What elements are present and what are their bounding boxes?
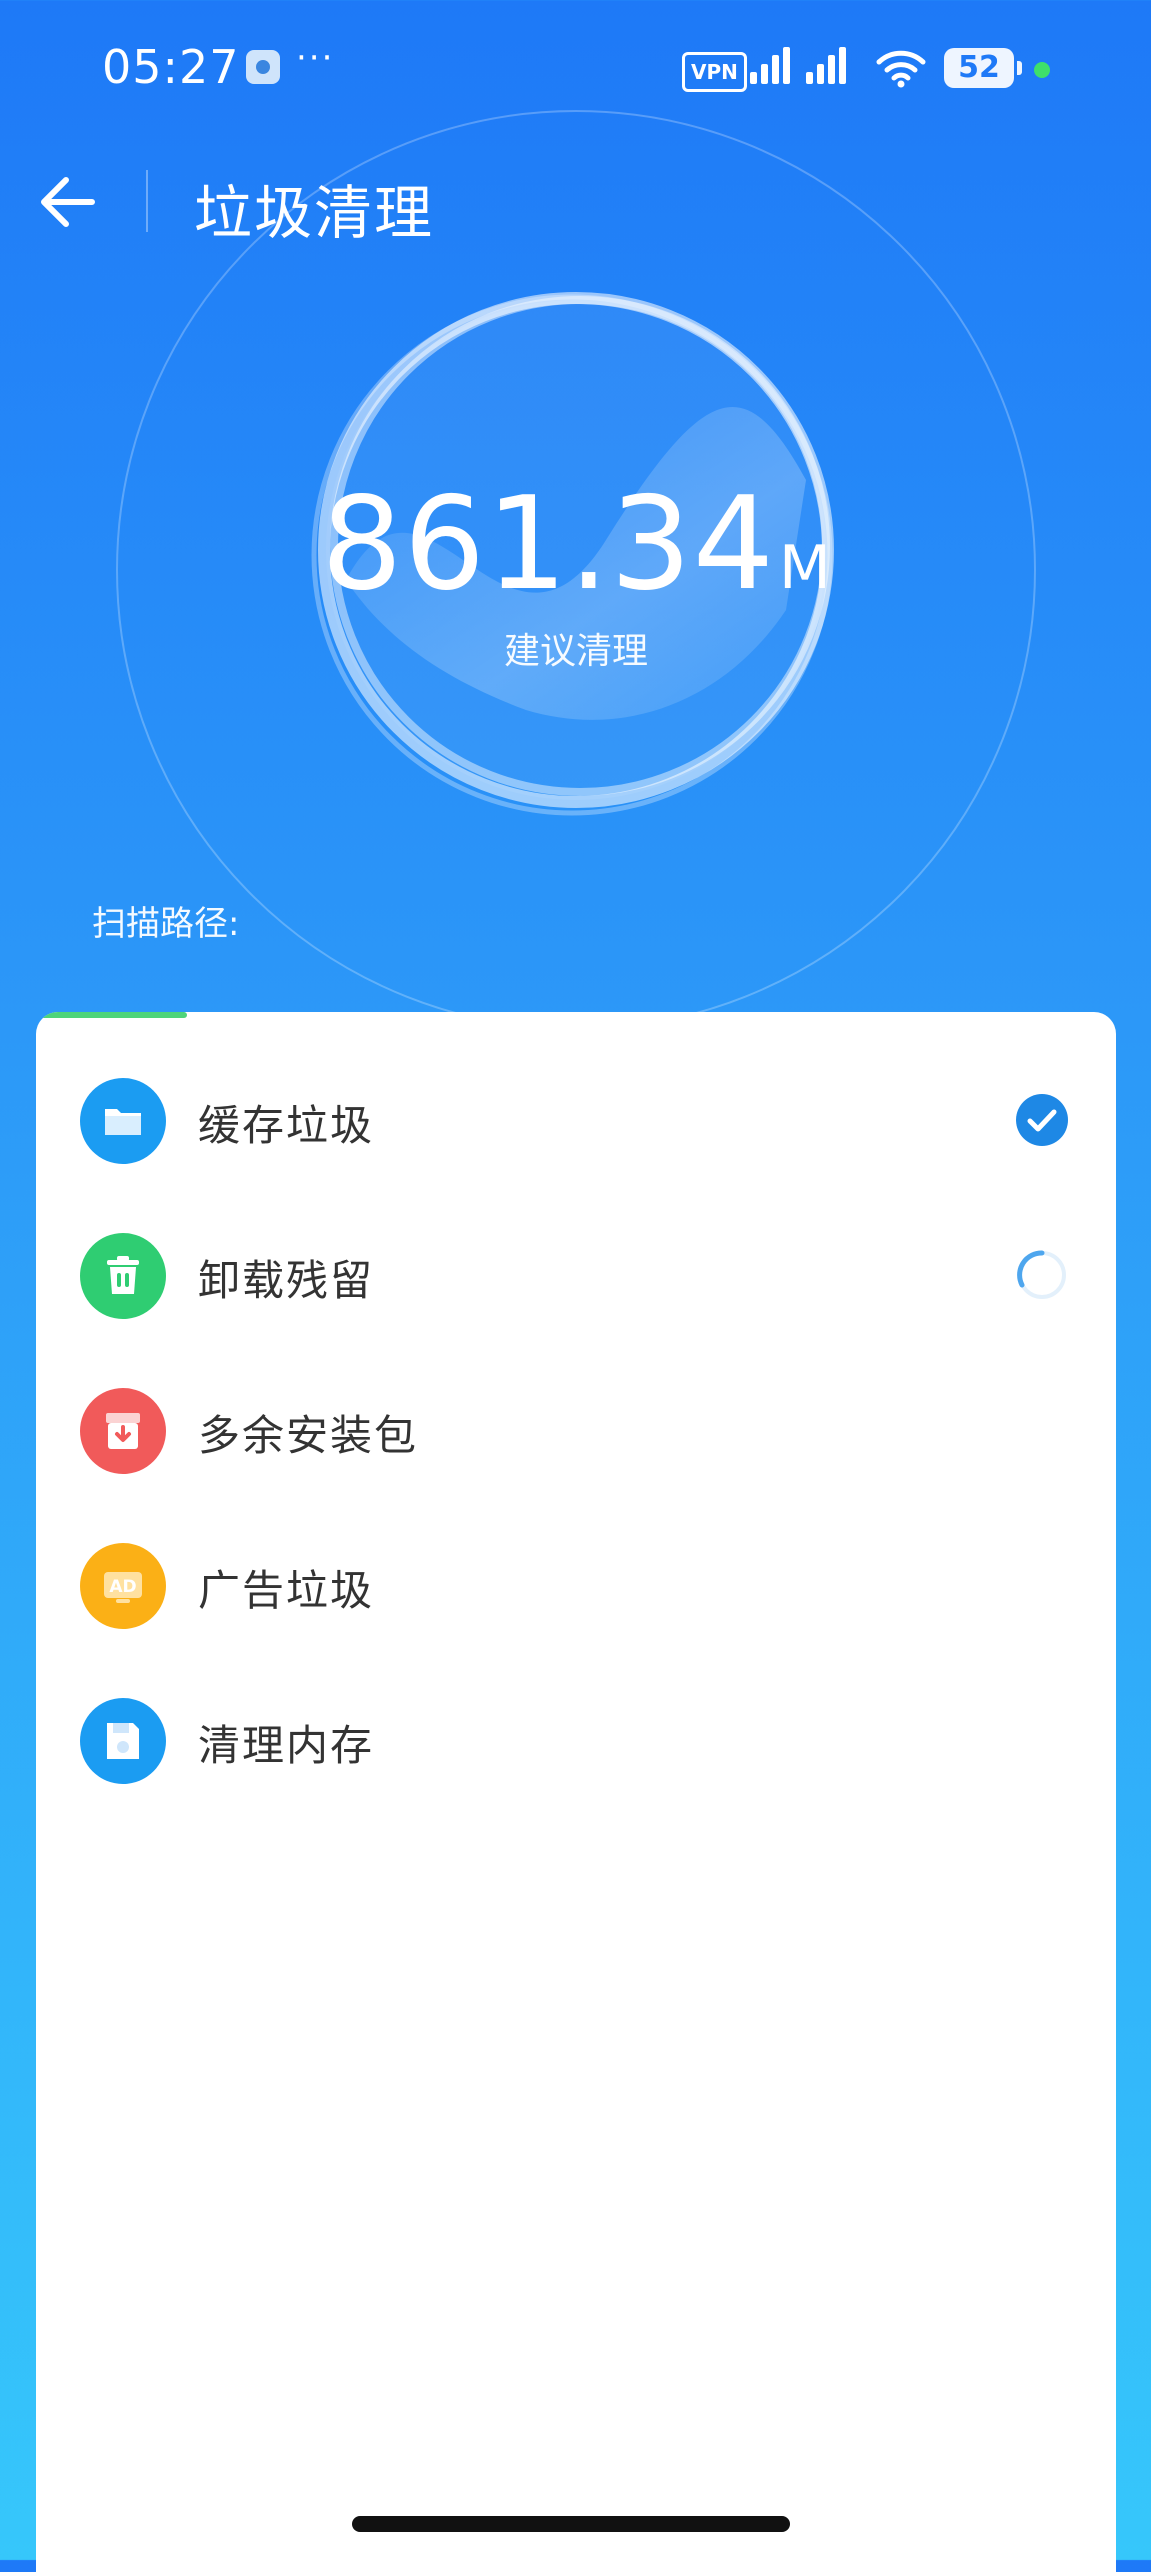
more-notifications-icon: ···	[296, 38, 335, 78]
trash-icon	[80, 1233, 166, 1319]
folder-icon	[80, 1078, 166, 1164]
signal-icon	[750, 47, 846, 84]
package-icon	[80, 1388, 166, 1474]
scan-progress-bar	[36, 1012, 1116, 1018]
category-label: 缓存垃圾	[198, 1101, 375, 1150]
home-indicator[interactable]	[352, 2516, 790, 2532]
checked-icon	[1016, 1094, 1068, 1146]
category-item-ad-junk[interactable]: AD 广告垃圾	[36, 1507, 1116, 1662]
notification-app-icon	[246, 50, 280, 84]
page-title: 垃圾清理	[194, 179, 435, 247]
scan-path-label: 扫描路径:	[92, 904, 240, 944]
scan-category-card: 缓存垃圾 卸载残留 多余安装包 AD 广告垃圾 清理内存	[36, 1012, 1116, 2572]
header-divider	[146, 170, 148, 232]
category-item-memory[interactable]: 清理内存	[36, 1662, 1116, 1817]
privacy-indicator-dot	[1034, 62, 1050, 78]
svg-text:AD: AD	[109, 1577, 136, 1597]
category-item-extra-packages[interactable]: 多余安装包	[36, 1352, 1116, 1507]
category-label: 清理内存	[198, 1721, 375, 1770]
category-item-uninstall-residue[interactable]: 卸载残留	[36, 1197, 1116, 1352]
category-label: 卸载残留	[198, 1256, 375, 1305]
category-item-cache[interactable]: 缓存垃圾	[36, 1042, 1116, 1197]
memory-icon	[80, 1698, 166, 1784]
vpn-icon: VPN	[682, 52, 747, 92]
scan-progress-fill	[36, 1012, 188, 1018]
battery-icon: 52	[944, 48, 1022, 88]
ad-icon: AD	[80, 1543, 166, 1629]
junk-size-value: 861.34	[321, 470, 776, 619]
clean-suggestion-text: 建议清理	[503, 631, 648, 672]
app-header: 垃圾清理	[0, 140, 1151, 260]
wifi-icon	[876, 50, 926, 88]
junk-size: 861.34M	[116, 470, 1036, 619]
category-label: 广告垃圾	[198, 1566, 375, 1615]
loading-spinner-icon	[1017, 1250, 1066, 1299]
back-arrow-icon[interactable]	[30, 162, 110, 242]
status-time: 05:27	[102, 40, 240, 94]
junk-size-unit: M	[779, 533, 831, 603]
category-label: 多余安装包	[198, 1411, 419, 1460]
